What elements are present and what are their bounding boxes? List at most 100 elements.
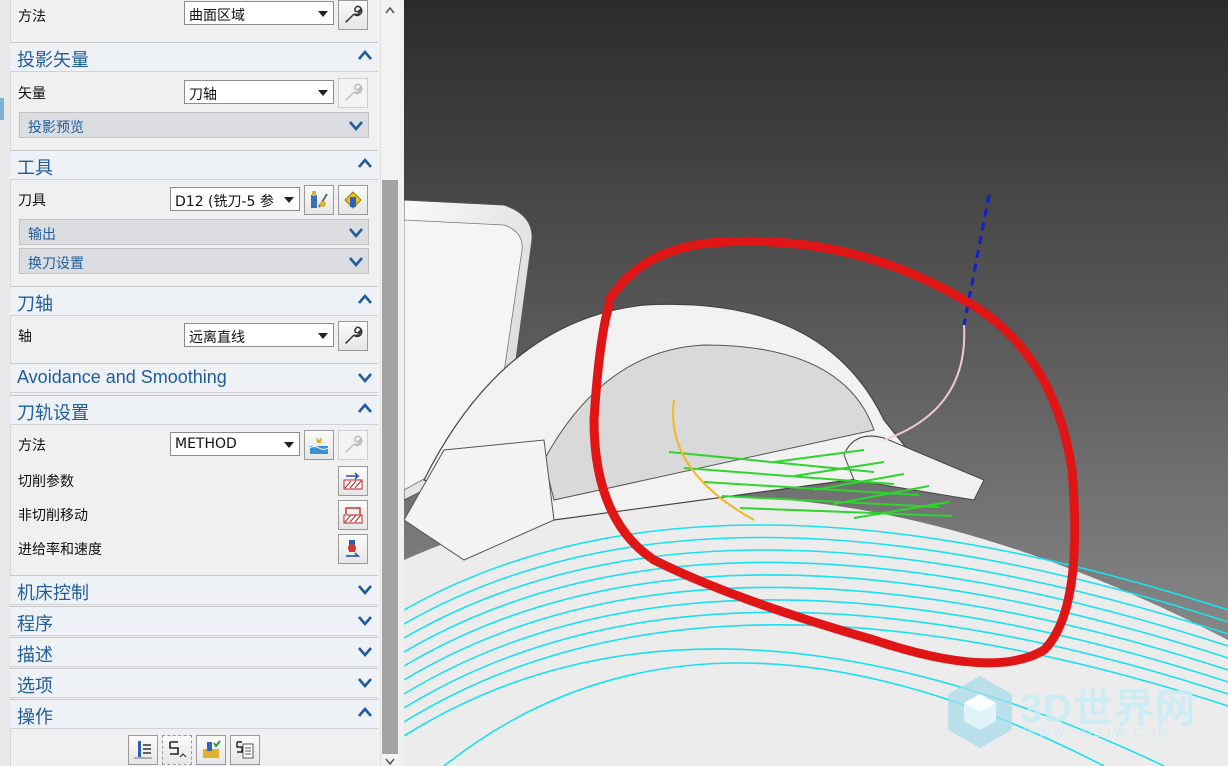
wrench-icon — [342, 434, 364, 456]
vector-select[interactable]: 刀轴 — [184, 80, 334, 104]
chevron-up-icon — [358, 157, 372, 171]
section-title: Avoidance and Smoothing — [17, 367, 227, 387]
subsection-title: 换刀设置 — [28, 256, 84, 272]
new-tool-icon — [344, 191, 362, 209]
subsection-title: 输出 — [28, 227, 56, 243]
path-method-label: 方法 — [18, 438, 46, 454]
non-cut-moves-row: 非切削移动 — [10, 499, 378, 530]
scrollbar-thumb[interactable] — [382, 180, 398, 754]
chevron-down-icon — [358, 370, 372, 384]
dropdown-arrow-icon — [284, 442, 294, 448]
wrench-icon — [342, 325, 364, 347]
chevron-up-icon — [358, 293, 372, 307]
scroll-up-icon[interactable] — [385, 6, 395, 14]
method-edit-icon — [309, 437, 329, 454]
section-tool-axis[interactable]: 刀轴 — [10, 286, 378, 316]
section-title: 选项 — [17, 676, 53, 696]
chevron-down-icon — [349, 254, 363, 268]
subsection-output[interactable]: 输出 — [19, 219, 369, 245]
model-view[interactable] — [404, 0, 1228, 766]
section-program[interactable]: 程序 — [10, 606, 378, 636]
verify-icon — [203, 740, 221, 758]
drive-method-value: 曲面区域 — [189, 8, 245, 24]
subsection-projection-preview[interactable]: 投影预览 — [19, 112, 369, 138]
dropdown-arrow-icon — [318, 333, 328, 339]
dropdown-arrow-icon — [284, 197, 294, 203]
path-method-select[interactable]: METHOD — [170, 432, 300, 456]
drive-method-edit-button[interactable] — [338, 0, 368, 30]
new-tool-button[interactable] — [338, 185, 368, 215]
method-wrench-button[interactable] — [338, 430, 368, 460]
subsection-tool-change[interactable]: 换刀设置 — [19, 248, 369, 274]
vector-label: 矢量 — [18, 86, 46, 102]
section-title: 操作 — [17, 707, 53, 727]
wrench-icon — [342, 82, 364, 104]
generate-button[interactable] — [128, 735, 158, 765]
section-machine-control[interactable]: 机床控制 — [10, 575, 378, 605]
chevron-down-icon — [358, 675, 372, 689]
section-path-settings[interactable]: 刀轨设置 — [10, 395, 378, 425]
edit-tool-icon — [311, 191, 328, 208]
chevron-up-icon — [358, 49, 372, 63]
section-title: 描述 — [17, 645, 53, 665]
cube-logo-icon — [948, 676, 1012, 748]
section-actions[interactable]: 操作 — [10, 699, 378, 729]
vector-row: 矢量 刀轴 — [10, 77, 378, 108]
section-avoidance-smoothing[interactable]: Avoidance and Smoothing — [10, 363, 378, 393]
drive-method-label: 方法 — [18, 9, 46, 25]
dropdown-arrow-icon — [318, 90, 328, 96]
chevron-down-icon — [358, 582, 372, 596]
section-tool[interactable]: 工具 — [10, 150, 378, 180]
dropdown-arrow-icon — [318, 11, 328, 17]
generate-icon — [134, 741, 152, 759]
verify-button[interactable] — [196, 735, 226, 765]
scroll-down-icon[interactable] — [385, 758, 395, 766]
tool-value: D12 (铣刀-5 参 — [175, 194, 274, 210]
chevron-down-icon — [358, 644, 372, 658]
wrench-icon — [342, 4, 364, 26]
non-cut-moves-label: 非切削移动 — [18, 508, 88, 524]
edge-marker — [0, 98, 4, 120]
section-title: 刀轨设置 — [17, 403, 89, 423]
method-edit-button[interactable] — [304, 430, 334, 460]
section-description[interactable]: 描述 — [10, 637, 378, 667]
path-method-row: 方法 METHOD — [10, 429, 378, 460]
tool-row: 刀具 D12 (铣刀-5 参 — [10, 184, 378, 215]
list-icon — [236, 741, 254, 759]
edit-tool-button[interactable] — [304, 185, 334, 215]
non-cut-moves-icon — [343, 507, 363, 524]
non-cut-moves-button[interactable] — [338, 500, 368, 530]
section-title: 程序 — [17, 614, 53, 634]
cut-params-button[interactable] — [338, 466, 368, 496]
chevron-down-icon — [358, 613, 372, 627]
path-method-value: METHOD — [175, 436, 237, 452]
replay-button[interactable] — [162, 735, 192, 765]
tool-select[interactable]: D12 (铣刀-5 参 — [170, 187, 300, 211]
graphics-viewport[interactable] — [404, 0, 1228, 766]
chevron-down-icon — [349, 118, 363, 132]
chevron-down-icon — [349, 225, 363, 239]
tool-label: 刀具 — [18, 193, 46, 209]
axis-edit-button[interactable] — [338, 321, 368, 351]
axis-select[interactable]: 远离直线 — [184, 323, 334, 347]
section-options[interactable]: 选项 — [10, 668, 378, 698]
vector-edit-button[interactable] — [338, 78, 368, 108]
subsection-title: 投影预览 — [28, 120, 84, 136]
feeds-speeds-button[interactable] — [338, 534, 368, 564]
feeds-speeds-label: 进给率和速度 — [18, 542, 102, 558]
drive-method-select[interactable]: 曲面区域 — [184, 1, 334, 25]
cut-params-row: 切削参数 — [10, 465, 378, 496]
operation-dialog-panel: 方法 曲面区域 投影矢量 矢量 刀轴 投影预览 工具 刀具 D12 (铣刀-5 … — [0, 0, 404, 766]
section-projection-vector[interactable]: 投影矢量 — [10, 42, 378, 72]
list-button[interactable] — [230, 735, 260, 765]
watermark-url: WWW.3DSJW.COM — [1024, 726, 1171, 740]
axis-label: 轴 — [18, 329, 32, 345]
panel-scrollbar[interactable] — [380, 0, 399, 766]
section-title: 刀轴 — [17, 294, 53, 314]
feeds-speeds-row: 进给率和速度 — [10, 533, 378, 564]
vector-value: 刀轴 — [189, 87, 217, 103]
cut-params-label: 切削参数 — [18, 474, 74, 490]
section-title: 工具 — [17, 158, 53, 178]
watermark: 3D世界网 WWW.3DSJW.COM — [944, 672, 1214, 752]
cut-params-icon — [343, 472, 363, 490]
